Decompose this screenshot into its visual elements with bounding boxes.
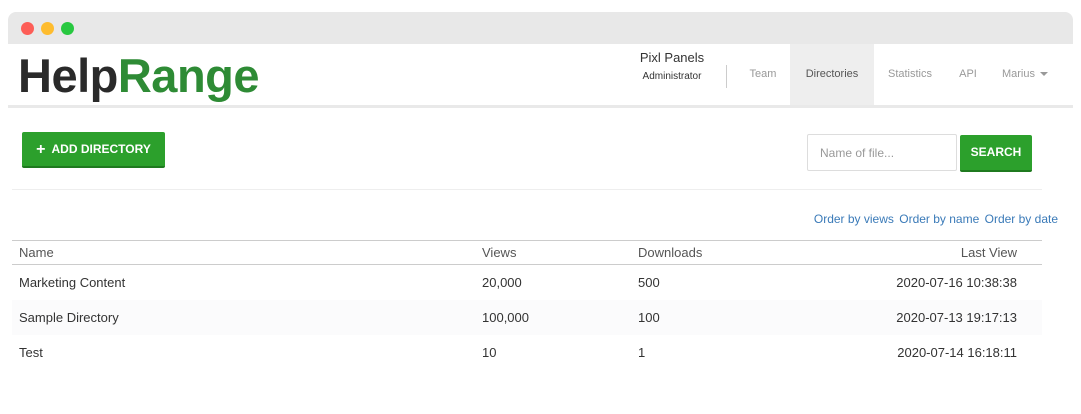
row-name[interactable]: Test (19, 335, 43, 370)
add-directory-button[interactable]: + ADD DIRECTORY (22, 132, 165, 168)
organization-name: Pixl Panels (639, 50, 705, 65)
search-input[interactable] (807, 134, 957, 171)
account-info: Pixl Panels Administrator (608, 50, 736, 82)
helprange-logo[interactable]: HelpRange (18, 47, 260, 105)
row-last-view: 2020-07-13 19:17:13 (896, 310, 1017, 325)
table-row[interactable]: Marketing Content 20,000 500 2020-07-16 … (12, 265, 1042, 300)
order-by-name-link[interactable]: Order by name (899, 212, 979, 226)
nav-item-directories[interactable]: Directories (790, 44, 874, 105)
table-row[interactable]: Test 10 1 2020-07-14 16:18:11 (12, 335, 1042, 370)
chevron-down-icon (1040, 72, 1048, 77)
search-button[interactable]: SEARCH (960, 135, 1032, 172)
logo-help: Help (18, 49, 118, 102)
add-directory-label: ADD DIRECTORY (51, 142, 151, 156)
maximize-window-icon[interactable] (61, 22, 74, 35)
directories-table: Name Views Downloads Last View Marketing… (12, 240, 1042, 370)
nav-item-team[interactable]: Team (736, 44, 790, 105)
row-last-view: 2020-07-16 10:38:38 (896, 275, 1017, 290)
row-last-view: 2020-07-14 16:18:11 (897, 345, 1017, 360)
order-by-views-link[interactable]: Order by views (814, 212, 894, 226)
row-views: 10 (482, 345, 497, 360)
nav-item-api[interactable]: API (946, 44, 990, 105)
row-views: 20,000 (482, 275, 522, 290)
row-downloads: 1 (638, 345, 646, 360)
row-name[interactable]: Marketing Content (19, 265, 125, 300)
row-views: 100,000 (482, 310, 529, 325)
header-downloads: Downloads (638, 245, 703, 260)
order-by-date-link[interactable]: Order by date (985, 212, 1058, 226)
table-row[interactable]: Sample Directory 100,000 100 2020-07-13 … (12, 300, 1042, 335)
close-window-icon[interactable] (21, 22, 34, 35)
header-last-view: Last View (960, 245, 1017, 260)
user-role: Administrator (642, 71, 702, 82)
table-header: Name Views Downloads Last View (12, 240, 1042, 265)
row-downloads: 500 (638, 275, 660, 290)
nav-item-statistics[interactable]: Statistics (874, 44, 946, 105)
top-navbar: HelpRange Pixl Panels Administrator Team… (8, 44, 1073, 108)
row-name[interactable]: Sample Directory (19, 300, 119, 335)
plus-icon: + (36, 141, 46, 158)
order-links: Order by views Order by name Order by da… (812, 212, 1058, 226)
nav-divider (726, 65, 727, 88)
user-menu-label: Marius (1001, 68, 1035, 80)
logo-range: Range (117, 49, 260, 102)
header-name: Name (19, 245, 54, 260)
header-views: Views (482, 245, 517, 260)
divider (12, 189, 1042, 190)
nav-item-user-menu[interactable]: Marius (990, 44, 1060, 105)
minimize-window-icon[interactable] (41, 22, 54, 35)
window-titlebar (8, 12, 1073, 44)
row-downloads: 100 (638, 310, 660, 325)
